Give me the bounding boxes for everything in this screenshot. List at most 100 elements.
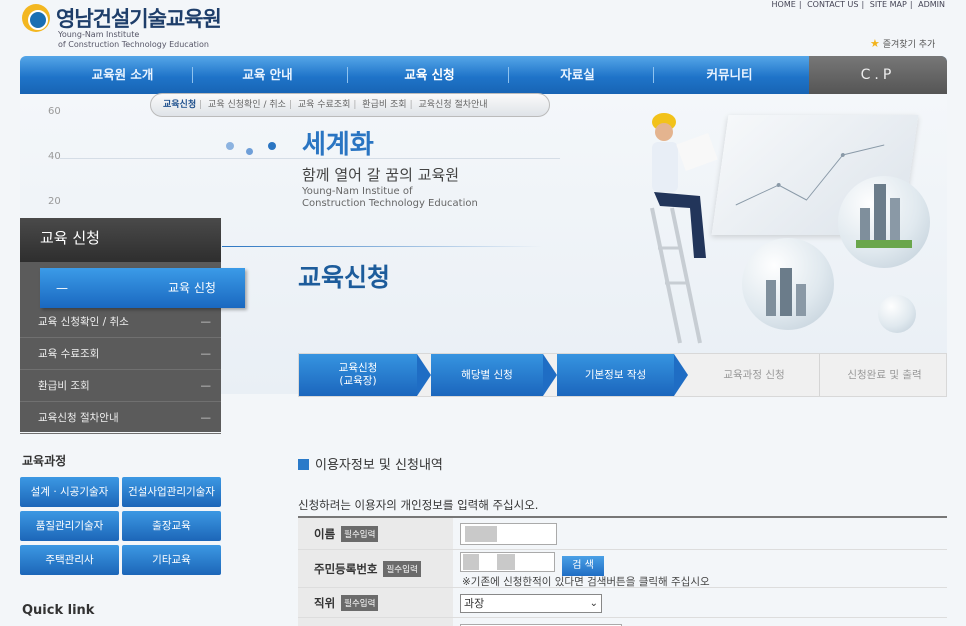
position-label: 직위 필수입력 <box>298 588 453 617</box>
ssn-row: 주민등록번호 필수입력 검 색 ※기존에 신청한적이 있다면 검색버튼을 클릭해 … <box>298 550 947 588</box>
section-title: 이용자정보 및 신청내역 <box>298 454 443 473</box>
nav-item-about[interactable]: 교육원 소개 <box>60 56 185 94</box>
main-nav: 교육원 소개 교육 안내 교육 신청 자료실 커뮤니티 C.P <box>20 56 947 94</box>
nav-item-cp[interactable]: C.P <box>809 56 947 94</box>
page-heading: 교육신청 <box>298 263 391 292</box>
position-select-value: 과장 <box>464 597 485 610</box>
sidebar-item-refund[interactable]: 환급비 조회 — <box>20 370 221 402</box>
top-link-sitemap[interactable]: SITE MAP <box>870 0 907 9</box>
sidebar-item-procedure[interactable]: 교육신청 절차안내 — <box>20 402 221 434</box>
position-label-text: 직위 <box>314 595 336 610</box>
decor-dot <box>226 142 234 150</box>
nav-item-resources[interactable]: 자료실 <box>515 56 640 94</box>
sidebar-item-label: 교육 신청 <box>168 281 216 295</box>
progress-steps: 교육신청 (교육장) 해당별 신청 기본정보 작성 교육과정 신청 신청완료 및… <box>298 353 947 397</box>
hero-en-1: Young-Nam Institue of <box>302 186 413 197</box>
next-row <box>298 618 947 626</box>
sidebar-item-apply[interactable]: — 교육 신청 <box>40 268 245 308</box>
course-housing-button[interactable]: 주택관리사 <box>20 545 119 575</box>
heading-rule <box>222 246 542 247</box>
step-arrow-icon <box>674 354 688 396</box>
sidebar-item-completion[interactable]: 교육 수료조회 — <box>20 338 221 370</box>
buildings-icon <box>766 268 806 316</box>
site-subtitle-2: of Construction Technology Education <box>58 40 209 49</box>
sidebar-item-label: 교육 신청확인 / 취소 <box>38 316 129 328</box>
top-menu: HOME | CONTACT US | SITE MAP | ADMIN <box>771 0 945 9</box>
nav-divider <box>508 67 509 83</box>
search-button[interactable]: 검 색 <box>562 556 604 576</box>
course-cm-button[interactable]: 건설사업관리기술자 <box>122 477 221 507</box>
subnav-confirm[interactable]: 교육 신청확인 / 취소 <box>208 100 286 110</box>
dash-icon: — <box>200 380 212 392</box>
nav-item-apply[interactable]: 교육 신청 <box>367 56 492 94</box>
hero-en-2: Construction Technology Education <box>302 198 478 209</box>
site-title[interactable]: 영남건설기술교육원 <box>56 3 222 33</box>
step-arrow-icon <box>417 354 431 396</box>
sidebar-item-label: 환급비 조회 <box>38 380 90 392</box>
subnav-procedure[interactable]: 교육신청 절차안내 <box>418 100 487 110</box>
nav-divider <box>347 67 348 83</box>
logo-icon[interactable] <box>22 4 50 32</box>
section-title-text: 이용자정보 및 신청내역 <box>315 458 443 473</box>
hero-title: 세계화 <box>302 130 374 160</box>
quick-link-title: Quick link <box>22 603 95 618</box>
step-arrow-icon <box>543 354 557 396</box>
course-section-title: 교육과정 <box>22 454 67 468</box>
position-row: 직위 필수입력 과장 ⌄ <box>298 588 947 618</box>
ssn-label: 주민등록번호 필수입력 <box>298 550 453 587</box>
sidebar-item-label: 교육 수료조회 <box>38 348 100 360</box>
decor-dot <box>246 148 253 155</box>
nav-divider <box>653 67 654 83</box>
chevron-down-icon: ⌄ <box>589 598 598 609</box>
ssn-field[interactable] <box>460 552 555 572</box>
bookmark-label: 즐겨찾기 추가 <box>882 40 936 50</box>
name-label-text: 이름 <box>314 526 336 541</box>
buildings-icon <box>856 184 912 248</box>
subnav-completion[interactable]: 교육 수료조회 <box>298 100 351 110</box>
ruler-label: 40 <box>48 151 61 162</box>
sidebar-item-confirm[interactable]: 교육 신청확인 / 취소 — <box>20 306 221 338</box>
user-info-form: 이름 필수입력 주민등록번호 필수입력 검 색 ※기존에 신청한적이 있다면 검색버… <box>298 516 947 626</box>
form-intro: 신청하려는 이용자의 개인정보를 입력해 주십시오. <box>298 498 539 512</box>
nav-item-guide[interactable]: 교육 안내 <box>205 56 330 94</box>
bookmark-link[interactable]: ★ 즐겨찾기 추가 <box>870 37 935 50</box>
sidebar-title: 교육 신청 <box>20 218 221 262</box>
sidebar-item-label: 교육신청 절차안내 <box>38 412 119 424</box>
ssn-label-text: 주민등록번호 <box>314 561 378 576</box>
course-onsite-button[interactable]: 출장교육 <box>122 511 221 541</box>
nav-divider <box>192 67 193 83</box>
worker-illustration <box>650 113 718 344</box>
top-link-admin[interactable]: ADMIN <box>918 0 945 9</box>
top-link-contact[interactable]: CONTACT US <box>807 0 858 9</box>
ruler-label: 60 <box>48 106 61 117</box>
name-label: 이름 필수입력 <box>298 518 453 549</box>
step-divider <box>819 354 820 396</box>
step-2: 해당별 신청 <box>431 354 543 396</box>
course-other-button[interactable]: 기타교육 <box>122 545 221 575</box>
next-row-label <box>298 618 453 626</box>
subnav-apply[interactable]: 교육신청 <box>163 100 196 110</box>
search-hint: ※기존에 신청한적이 있다면 검색버튼을 클릭해 주십시오 <box>462 576 710 588</box>
required-badge: 필수입력 <box>341 525 379 542</box>
subnav-refund[interactable]: 환급비 조회 <box>362 100 406 110</box>
name-row: 이름 필수입력 <box>298 518 947 550</box>
name-field[interactable] <box>460 523 557 545</box>
required-badge: 필수입력 <box>341 594 379 611</box>
step-4: 교육과정 신청 <box>723 368 785 381</box>
course-quality-button[interactable]: 품질관리기술자 <box>20 511 119 541</box>
step-1: 교육신청 (교육장) <box>299 354 417 396</box>
dash-icon: — <box>56 281 68 295</box>
nav-item-community[interactable]: 커뮤니티 <box>667 56 792 94</box>
site-subtitle-1: Young-Nam Institute <box>58 30 140 39</box>
ruler-label: 20 <box>48 196 61 207</box>
dash-icon: — <box>200 316 212 328</box>
sub-nav: 교육신청 | 교육 신청확인 / 취소 | 교육 수료조회 | 환급비 조회 | 교육신… <box>150 93 550 117</box>
step-3: 기본정보 작성 <box>557 354 674 396</box>
position-select[interactable]: 과장 ⌄ <box>460 594 602 613</box>
dash-icon: — <box>200 348 212 360</box>
small-bubble <box>878 295 916 333</box>
required-badge: 필수입력 <box>383 560 421 577</box>
top-link-home[interactable]: HOME <box>772 0 796 9</box>
square-bullet-icon <box>298 459 309 470</box>
course-design-button[interactable]: 설계 · 시공기술자 <box>20 477 119 507</box>
